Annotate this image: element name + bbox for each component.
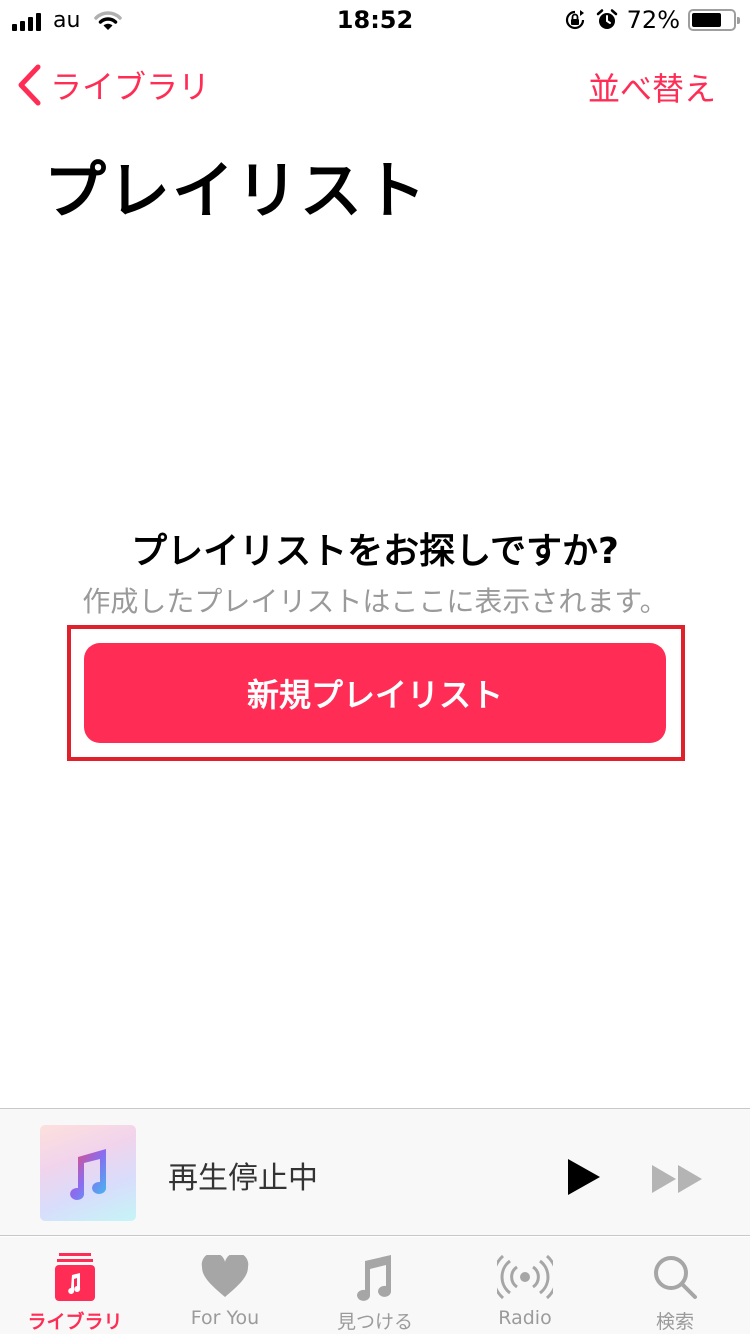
orientation-lock-icon xyxy=(565,10,584,30)
tab-label: Radio xyxy=(498,1307,552,1329)
battery-icon xyxy=(688,9,740,31)
empty-state-subtitle: 作成したプレイリストはここに表示されます。 xyxy=(82,585,668,618)
radio-icon xyxy=(497,1249,553,1305)
chevron-left-icon xyxy=(18,64,41,106)
tab-browse[interactable]: 見つける xyxy=(300,1237,450,1334)
back-button[interactable]: ライブラリ xyxy=(16,62,210,108)
battery-percent: 72% xyxy=(626,6,680,34)
new-playlist-button[interactable]: 新規プレイリスト xyxy=(84,643,666,743)
mini-player[interactable]: 再生停止中 xyxy=(0,1108,750,1236)
music-note-icon xyxy=(70,1149,107,1200)
tab-bar: ライブラリ For You 見つける Radio 検索 xyxy=(0,1237,750,1334)
heart-icon xyxy=(197,1249,253,1305)
album-artwork xyxy=(40,1125,136,1221)
play-icon[interactable] xyxy=(566,1157,602,1197)
tab-search[interactable]: 検索 xyxy=(600,1237,750,1334)
fast-forward-icon[interactable] xyxy=(650,1163,706,1195)
tab-label: 検索 xyxy=(655,1311,694,1333)
sort-button[interactable]: 並べ替え xyxy=(588,64,716,110)
page-title: プレイリスト xyxy=(44,154,429,227)
status-bar: au 18:52 72% xyxy=(0,0,750,40)
status-right: 72% xyxy=(563,6,740,34)
battery-fill xyxy=(692,13,721,27)
tab-label: For You xyxy=(190,1307,260,1329)
tab-label: 見つける xyxy=(336,1311,413,1333)
music-note-icon xyxy=(347,1249,403,1305)
library-icon xyxy=(47,1249,103,1305)
back-button-label: ライブラリ xyxy=(50,68,211,106)
now-playing-title: 再生停止中 xyxy=(168,1161,318,1196)
tab-label: ライブラリ xyxy=(27,1311,123,1333)
alarm-icon xyxy=(596,9,617,29)
search-icon xyxy=(647,1249,703,1305)
tab-library[interactable]: ライブラリ xyxy=(0,1237,150,1334)
tab-radio[interactable]: Radio xyxy=(450,1237,600,1334)
tab-for-you[interactable]: For You xyxy=(150,1237,300,1334)
empty-state-title: プレイリストをお探しですか? xyxy=(131,531,619,572)
